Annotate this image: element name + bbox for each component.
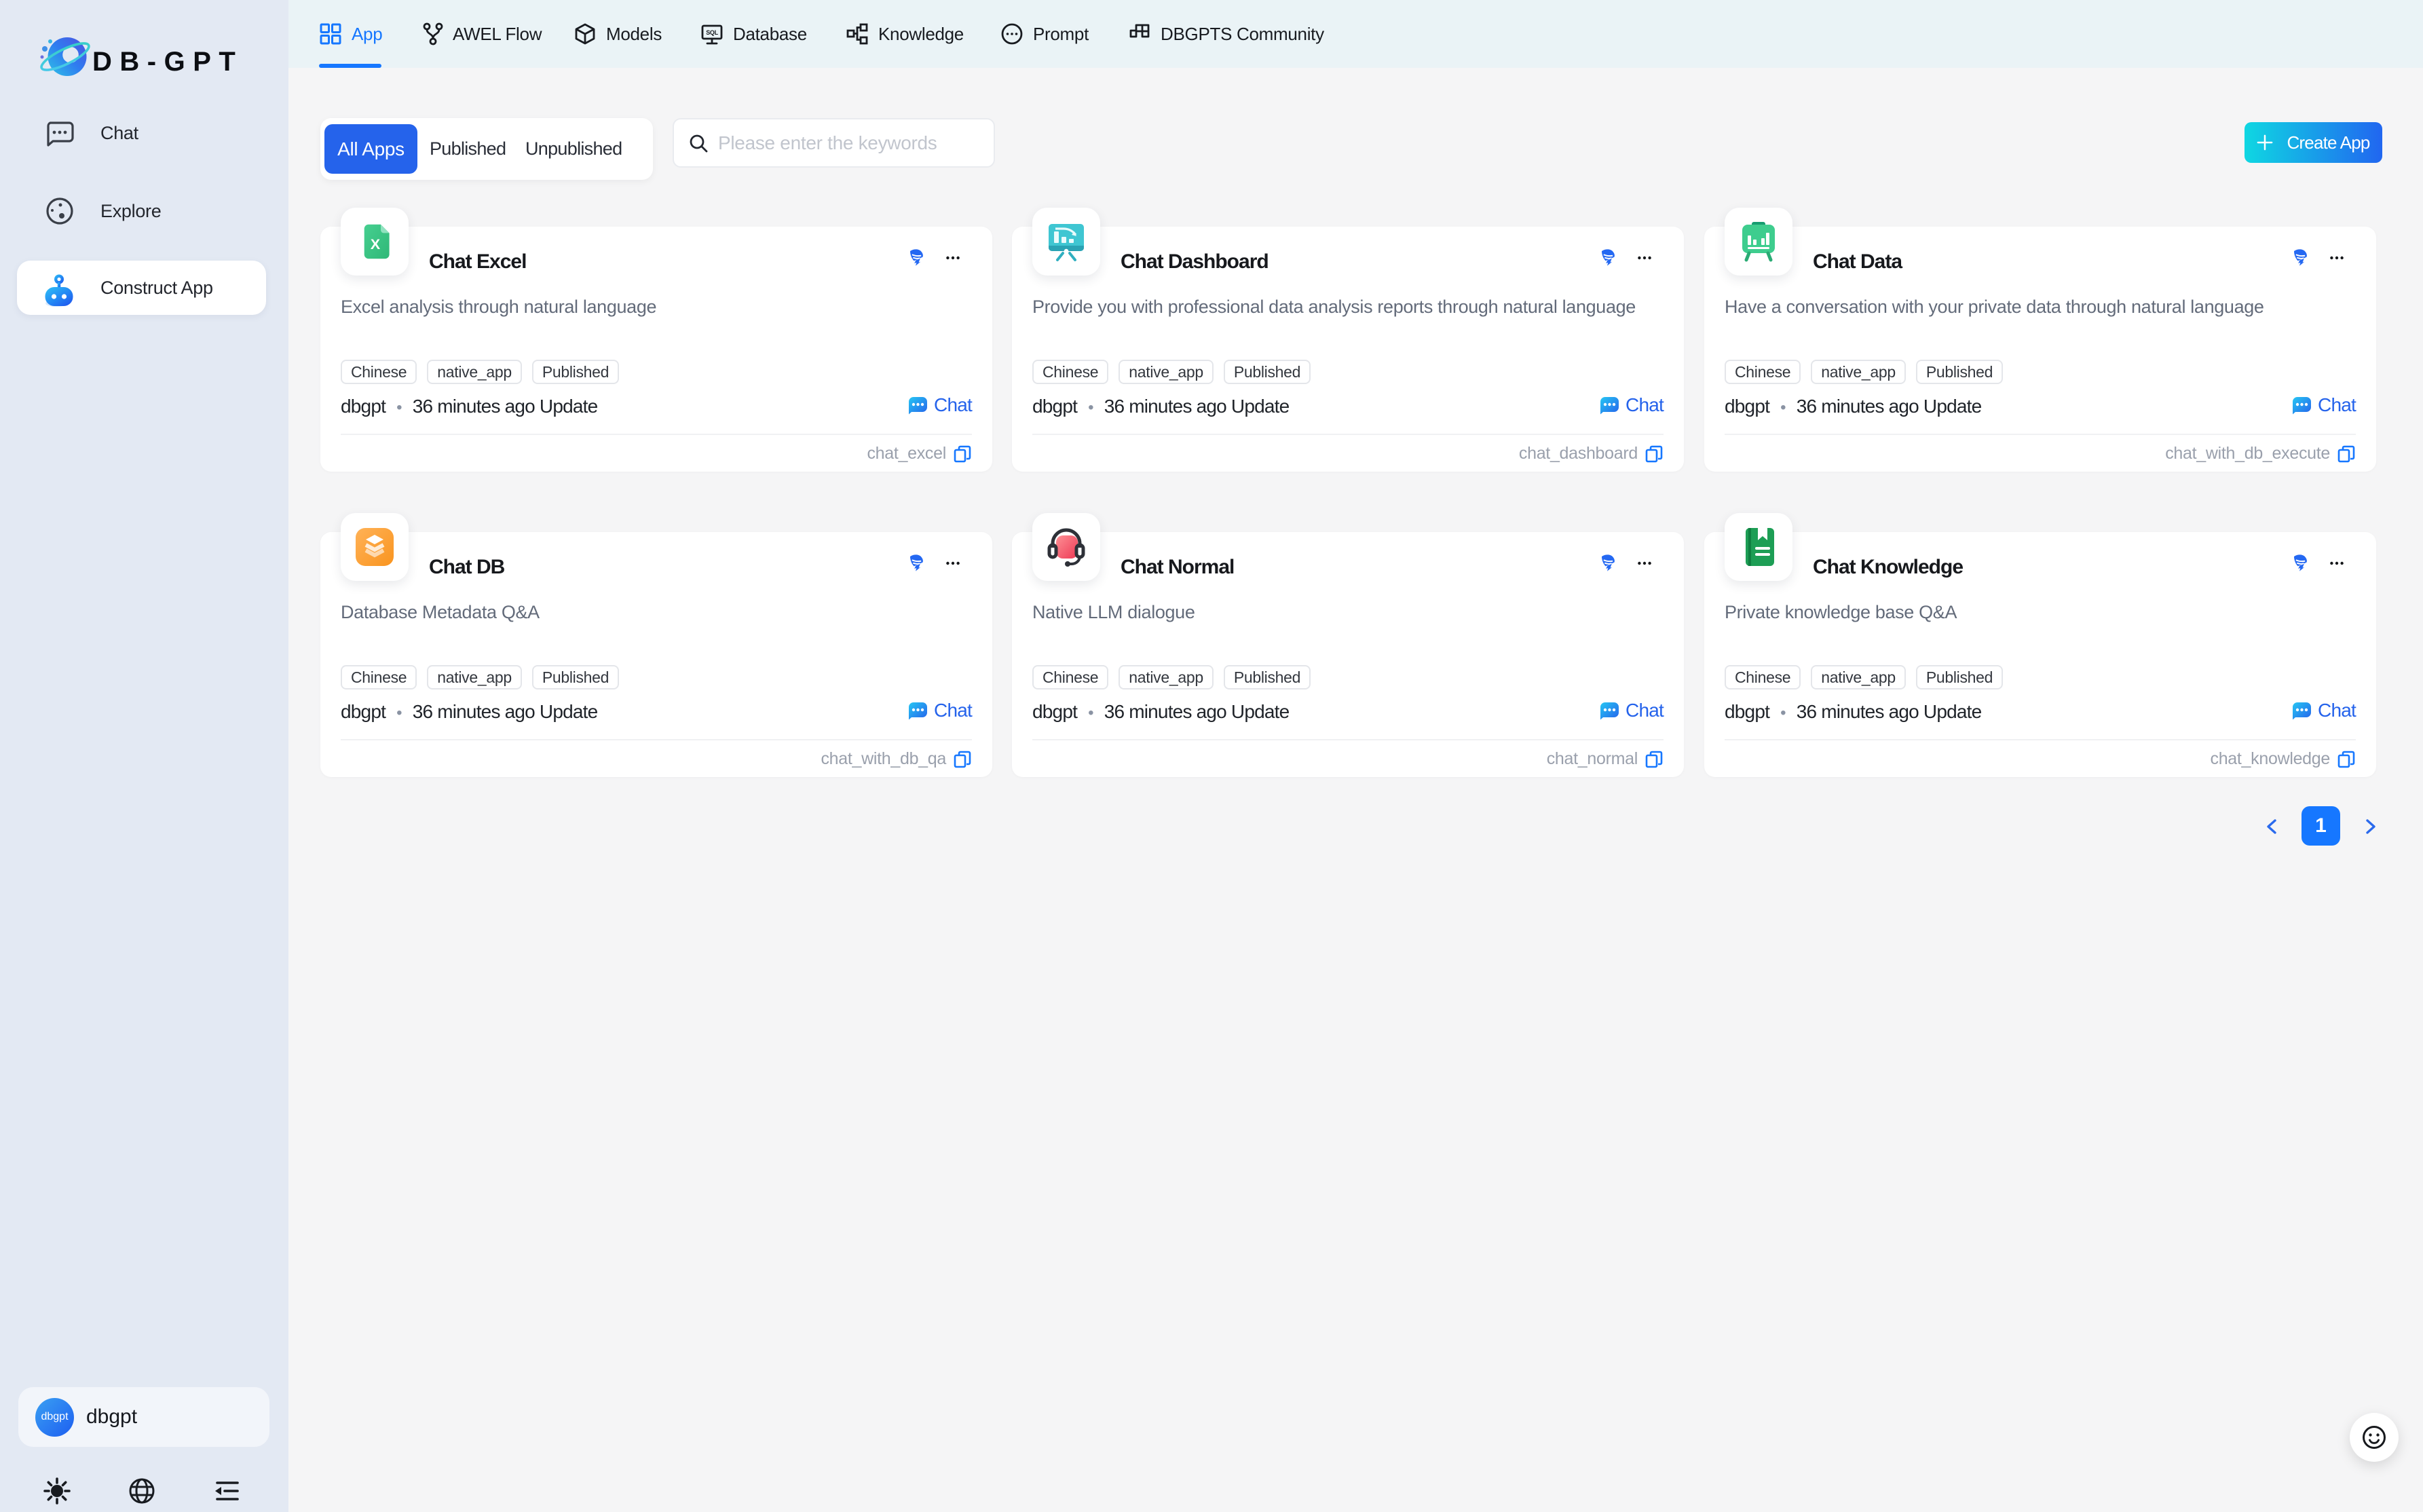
svg-text:DB-GPT: DB-GPT [92, 47, 243, 77]
svg-text:X: X [371, 235, 381, 252]
svg-text:SQL: SQL [706, 29, 718, 36]
